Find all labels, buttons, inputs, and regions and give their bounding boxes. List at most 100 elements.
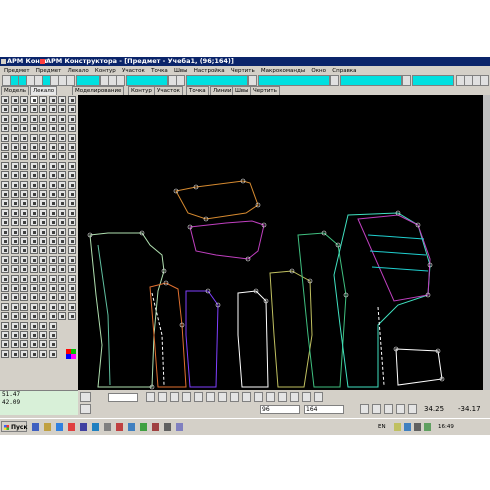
palette-tool-button[interactable] bbox=[10, 218, 19, 227]
quicklaunch-icon-5[interactable] bbox=[80, 423, 87, 431]
palette-tool-button[interactable] bbox=[29, 265, 38, 274]
palette-tool-button[interactable] bbox=[10, 349, 19, 358]
toolbar-cyan-group-2[interactable] bbox=[126, 75, 168, 86]
palette-tool-button[interactable] bbox=[67, 302, 76, 311]
palette-tool-button[interactable] bbox=[39, 133, 47, 142]
tray-icon-2[interactable] bbox=[404, 423, 411, 431]
palette-tool-button[interactable] bbox=[67, 124, 76, 133]
palette-tool-button[interactable] bbox=[29, 114, 38, 123]
palette-tool-button[interactable] bbox=[39, 246, 47, 255]
palette-tool-button[interactable] bbox=[29, 255, 38, 264]
palette-tool-button[interactable] bbox=[29, 349, 38, 358]
palette-tool-button[interactable] bbox=[10, 152, 19, 161]
palette-tool-button[interactable] bbox=[29, 284, 38, 292]
palette-tool-button[interactable] bbox=[48, 237, 57, 245]
bottom-tool-4[interactable] bbox=[182, 392, 191, 402]
palette-tool-button[interactable] bbox=[29, 124, 38, 133]
palette-tool-button[interactable] bbox=[39, 161, 47, 170]
vertical-scrollbar[interactable] bbox=[483, 95, 490, 390]
palette-tool-button[interactable] bbox=[20, 255, 28, 264]
palette-tool-button[interactable] bbox=[20, 133, 28, 142]
palette-tool-button[interactable] bbox=[48, 321, 57, 330]
palette-tool-button[interactable] bbox=[39, 171, 47, 180]
palette-tool-button[interactable] bbox=[29, 302, 38, 311]
palette-tool-button[interactable] bbox=[20, 199, 28, 208]
palette-tool-button[interactable] bbox=[20, 190, 28, 198]
palette-tool-button[interactable] bbox=[67, 208, 76, 217]
palette-tool-button[interactable] bbox=[58, 105, 66, 114]
palette-tool-button[interactable] bbox=[58, 96, 66, 104]
palette-tool-button[interactable] bbox=[67, 171, 76, 180]
palette-tool-button[interactable] bbox=[67, 199, 76, 208]
palette-tool-button[interactable] bbox=[39, 274, 47, 283]
tab-model[interactable]: Модель bbox=[1, 86, 30, 95]
palette-tool-button[interactable] bbox=[20, 302, 28, 311]
palette-tool-button[interactable] bbox=[20, 321, 28, 330]
tab-uchastok[interactable]: Участок bbox=[154, 86, 183, 95]
palette-tool-button[interactable] bbox=[20, 227, 28, 236]
bottom-tool-2[interactable] bbox=[158, 392, 167, 402]
palette-tool-button[interactable] bbox=[29, 321, 38, 330]
palette-tool-button[interactable] bbox=[1, 114, 9, 123]
palette-tool-button[interactable] bbox=[39, 105, 47, 114]
palette-tool-button[interactable] bbox=[58, 284, 66, 292]
palette-tool-button[interactable] bbox=[1, 349, 9, 358]
palette-tool-button[interactable] bbox=[39, 255, 47, 264]
palette-tool-button[interactable] bbox=[67, 105, 76, 114]
tab-chertit[interactable]: Чертить bbox=[250, 86, 280, 95]
toolbar-cyan-group-1[interactable] bbox=[76, 75, 100, 86]
palette-tool-button[interactable] bbox=[58, 152, 66, 161]
palette-tool-button[interactable] bbox=[48, 161, 57, 170]
palette-tool-button[interactable] bbox=[20, 114, 28, 123]
palette-tool-button[interactable] bbox=[67, 143, 76, 151]
palette-tool-button[interactable] bbox=[58, 237, 66, 245]
bottom-tool-6[interactable] bbox=[206, 392, 215, 402]
palette-tool-button[interactable] bbox=[67, 190, 76, 198]
palette-tool-button[interactable] bbox=[48, 312, 57, 321]
palette-tool-button[interactable] bbox=[58, 246, 66, 255]
palette-tool-button[interactable] bbox=[20, 340, 28, 349]
palette-tool-button[interactable] bbox=[10, 143, 19, 151]
palette-tool-button[interactable] bbox=[29, 152, 38, 161]
palette-tool-button[interactable] bbox=[48, 190, 57, 198]
palette-tool-button[interactable] bbox=[58, 274, 66, 283]
palette-tool-button[interactable] bbox=[10, 293, 19, 302]
palette-tool-button[interactable] bbox=[1, 143, 9, 151]
palette-tool-button[interactable] bbox=[39, 284, 47, 292]
palette-tool-button[interactable] bbox=[58, 133, 66, 142]
palette-tool-button[interactable] bbox=[20, 180, 28, 189]
quicklaunch-icon-12[interactable] bbox=[164, 423, 171, 431]
palette-tool-button[interactable] bbox=[67, 161, 76, 170]
palette-tool-button[interactable] bbox=[29, 208, 38, 217]
toolbar-button-16[interactable] bbox=[330, 75, 339, 86]
palette-tool-button[interactable] bbox=[10, 124, 19, 133]
palette-tool-button[interactable] bbox=[39, 293, 47, 302]
palette-tool-button[interactable] bbox=[39, 340, 47, 349]
tray-icon-4[interactable] bbox=[424, 423, 431, 431]
palette-tool-button[interactable] bbox=[58, 180, 66, 189]
bottom-tool-20[interactable] bbox=[396, 404, 405, 414]
quicklaunch-icon-1[interactable] bbox=[32, 423, 39, 431]
palette-tool-button[interactable] bbox=[39, 349, 47, 358]
bottom-tool-13[interactable] bbox=[290, 392, 299, 402]
palette-tool-button[interactable] bbox=[10, 190, 19, 198]
bottom-tool-7[interactable] bbox=[218, 392, 227, 402]
palette-tool-button[interactable] bbox=[48, 265, 57, 274]
palette-tool-button[interactable] bbox=[10, 227, 19, 236]
palette-tool-button[interactable] bbox=[10, 237, 19, 245]
palette-tool-button[interactable] bbox=[39, 190, 47, 198]
bottom-tool-14[interactable] bbox=[302, 392, 311, 402]
palette-tool-button[interactable] bbox=[20, 105, 28, 114]
palette-tool-button[interactable] bbox=[29, 218, 38, 227]
palette-tool-button[interactable] bbox=[10, 133, 19, 142]
quicklaunch-icon-10[interactable] bbox=[140, 423, 147, 431]
palette-tool-button[interactable] bbox=[20, 152, 28, 161]
palette-tool-button[interactable] bbox=[67, 312, 76, 321]
palette-tool-button[interactable] bbox=[1, 237, 9, 245]
palette-tool-button[interactable] bbox=[1, 246, 9, 255]
palette-tool-button[interactable] bbox=[29, 96, 38, 104]
tab-tochka[interactable]: Точка bbox=[186, 86, 209, 95]
quicklaunch-icon-11[interactable] bbox=[152, 423, 159, 431]
palette-tool-button[interactable] bbox=[58, 190, 66, 198]
bottom-tool-16[interactable] bbox=[80, 404, 91, 414]
